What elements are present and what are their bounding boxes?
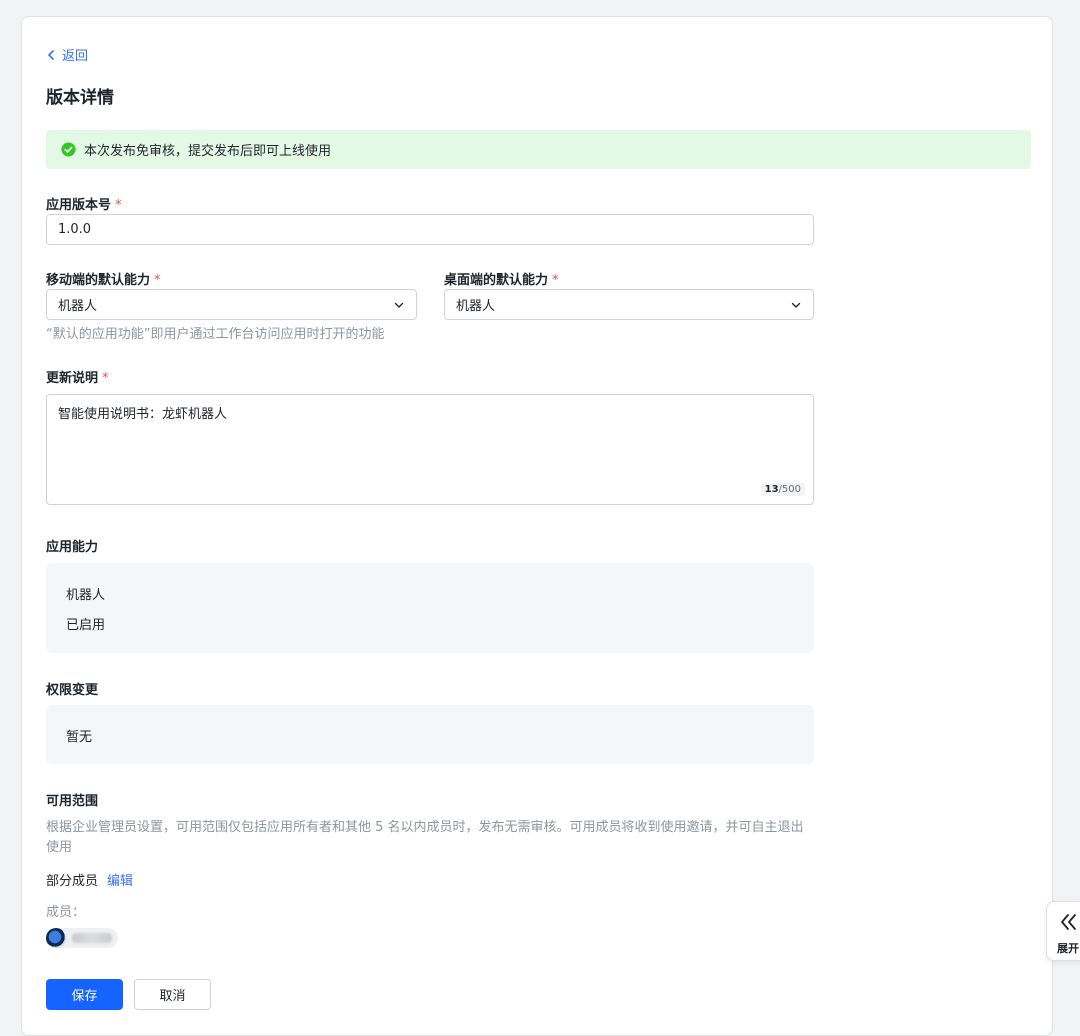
desktop-default-label: 桌面端的默认能力 * bbox=[444, 269, 559, 288]
capabilities-box: 机器人 已启用 bbox=[46, 563, 814, 653]
cancel-button[interactable]: 取消 bbox=[134, 979, 211, 1010]
mobile-default-value: 机器人 bbox=[58, 299, 98, 314]
check-circle-icon bbox=[61, 142, 76, 157]
chevron-down-icon bbox=[791, 302, 801, 308]
update-notes-label-text: 更新说明 bbox=[46, 371, 99, 386]
version-label-text: 应用版本号 bbox=[46, 198, 112, 213]
char-max: /500 bbox=[778, 484, 801, 495]
required-mark: * bbox=[102, 371, 109, 386]
page-title: 版本详情 bbox=[46, 88, 114, 108]
desktop-default-label-text: 桌面端的默认能力 bbox=[444, 273, 549, 288]
version-value: 1.0.0 bbox=[58, 222, 92, 237]
version-label: 应用版本号 * bbox=[46, 194, 122, 213]
default-capability-hint: “默认的应用功能”即用户通过工作台访问应用时打开的功能 bbox=[46, 327, 385, 342]
mobile-default-label-text: 移动端的默认能力 bbox=[46, 273, 151, 288]
members-label: 成员： bbox=[46, 905, 86, 920]
scope-label: 可用范围 bbox=[46, 794, 99, 809]
version-detail-card: 返回 版本详情 本次发布免审核，提交发布后即可上线使用 应用版本号 * 1.0.0… bbox=[21, 16, 1053, 1036]
capability-status: 已启用 bbox=[66, 618, 106, 633]
capability-name: 机器人 bbox=[66, 588, 106, 603]
version-input[interactable]: 1.0.0 bbox=[46, 214, 814, 245]
required-mark: * bbox=[154, 273, 161, 288]
back-label: 返回 bbox=[62, 49, 89, 64]
permissions-label: 权限变更 bbox=[46, 683, 99, 698]
capabilities-label: 应用能力 bbox=[46, 540, 99, 555]
update-notes-label: 更新说明 * bbox=[46, 367, 109, 386]
update-notes-value: 智能使用说明书：龙虾机器人 bbox=[58, 407, 228, 422]
success-alert: 本次发布免审核，提交发布后即可上线使用 bbox=[46, 130, 1031, 169]
scope-type: 部分成员 bbox=[46, 874, 99, 889]
back-link[interactable]: 返回 bbox=[46, 45, 88, 64]
permissions-value: 暂无 bbox=[66, 730, 93, 745]
chevron-down-icon bbox=[394, 302, 404, 308]
alert-text: 本次发布免审核，提交发布后即可上线使用 bbox=[84, 144, 332, 159]
edit-scope-link[interactable]: 编辑 bbox=[107, 870, 133, 889]
expand-label: 展开 bbox=[1057, 942, 1079, 955]
member-chip[interactable] bbox=[46, 928, 118, 948]
desktop-default-value: 机器人 bbox=[456, 299, 496, 314]
save-button[interactable]: 保存 bbox=[46, 979, 123, 1010]
double-chevron-left-icon bbox=[1061, 914, 1076, 930]
desktop-default-select[interactable]: 机器人 bbox=[444, 289, 814, 320]
mobile-default-label: 移动端的默认能力 * bbox=[46, 269, 161, 288]
scope-type-row: 部分成员 编辑 bbox=[46, 870, 133, 889]
avatar bbox=[46, 928, 66, 948]
char-count: 13 bbox=[764, 484, 779, 495]
update-notes-textarea[interactable]: 智能使用说明书：龙虾机器人 13/500 bbox=[46, 394, 814, 505]
required-mark: * bbox=[115, 198, 122, 213]
member-name-redacted bbox=[72, 933, 112, 943]
scope-description: 根据企业管理员设置，可用范围仅包括应用所有者和其他 5 名以内成员时，发布无需审… bbox=[46, 820, 804, 855]
expand-panel-button[interactable]: 展开 bbox=[1046, 901, 1080, 961]
required-mark: * bbox=[552, 273, 559, 288]
chevron-left-icon bbox=[48, 49, 54, 60]
permissions-box: 暂无 bbox=[46, 705, 814, 764]
char-counter: 13/500 bbox=[760, 483, 805, 496]
mobile-default-select[interactable]: 机器人 bbox=[46, 289, 417, 320]
